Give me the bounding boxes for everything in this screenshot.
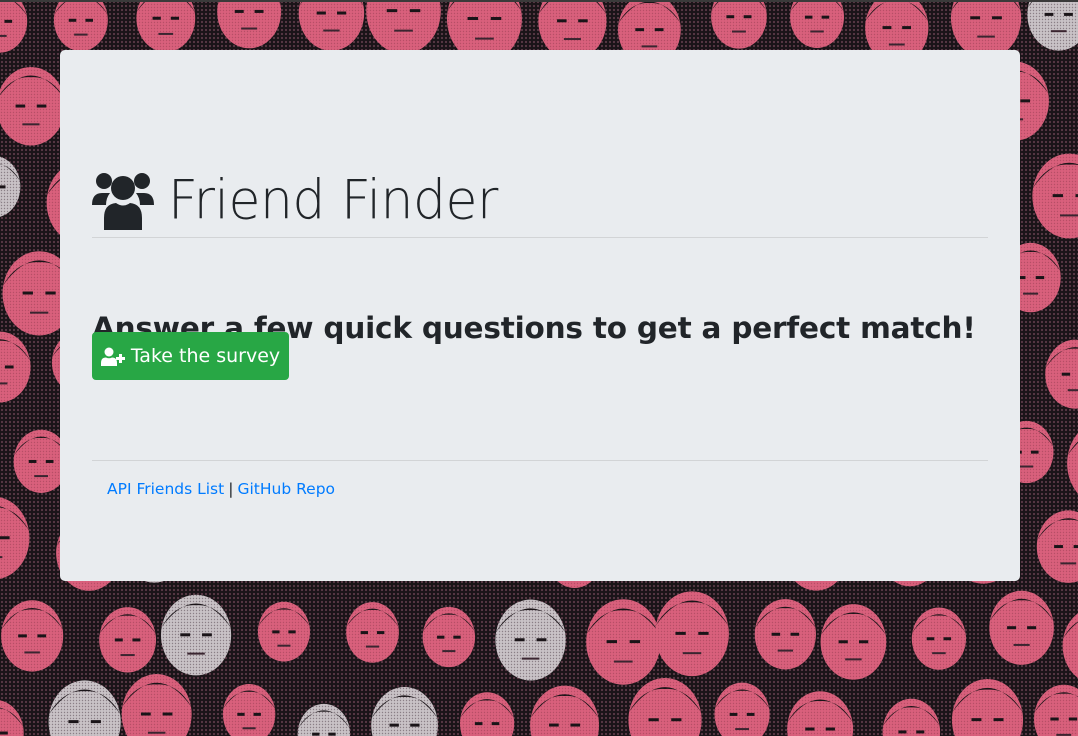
divider-bottom (92, 460, 988, 461)
window-top-border (0, 0, 1078, 2)
users-icon (92, 173, 154, 230)
jumbotron-card: Friend Finder Answer a few quick questio… (60, 50, 1020, 581)
take-survey-button[interactable]: Take the survey (92, 332, 289, 380)
title-row: Friend Finder (92, 168, 498, 234)
api-friends-list-link[interactable]: API Friends List (107, 480, 224, 498)
take-survey-label: Take the survey (130, 345, 281, 367)
page-title: Friend Finder (168, 169, 498, 233)
divider-top (92, 237, 988, 238)
footer-links: API Friends List | GitHub Repo (107, 480, 335, 498)
link-separator: | (228, 480, 234, 498)
github-repo-link[interactable]: GitHub Repo (237, 480, 335, 498)
user-plus-icon (100, 347, 125, 366)
